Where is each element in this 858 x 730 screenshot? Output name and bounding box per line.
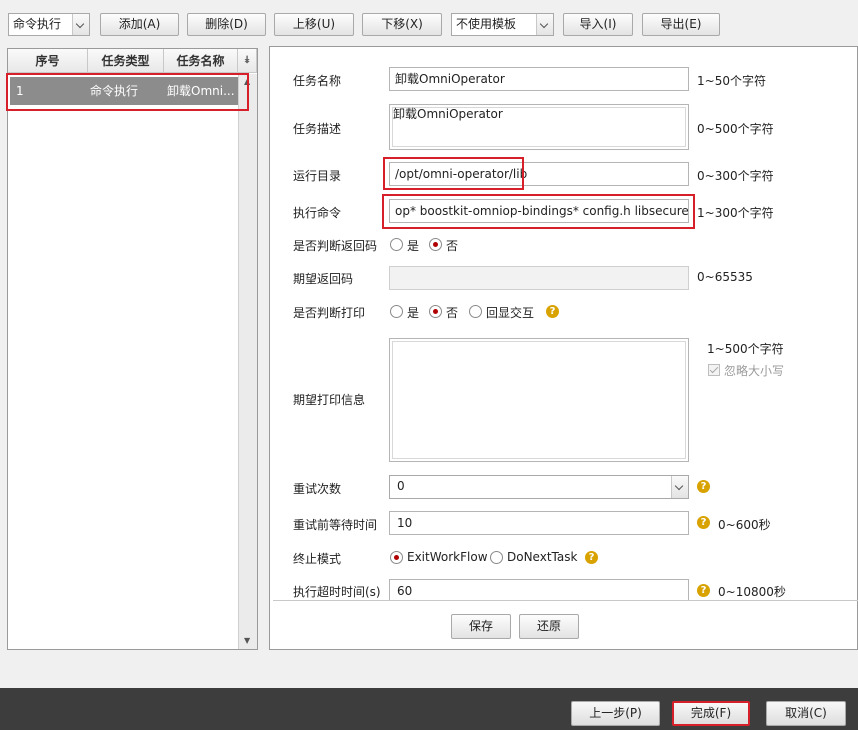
- timeout-help-icon[interactable]: ?: [697, 584, 710, 597]
- cancel-button[interactable]: 取消(C): [766, 701, 846, 726]
- judge-return-yes-label[interactable]: 是: [407, 237, 419, 254]
- task-desc-hint: 0~500个字符: [697, 122, 774, 136]
- row-task-type: 命令执行: [90, 84, 139, 98]
- retry-wait-label: 重试前等待时间: [293, 518, 378, 532]
- chevron-down-icon[interactable]: [671, 476, 688, 498]
- row-index: 1: [16, 84, 24, 98]
- timeout-label: 执行超时时间(s): [293, 585, 381, 599]
- judge-print-yes-radio[interactable]: [390, 305, 403, 318]
- row-task-name: 卸载Omni...: [167, 84, 235, 98]
- retry-count-help-icon[interactable]: ?: [697, 480, 710, 493]
- move-down-button[interactable]: 下移(X): [362, 13, 442, 36]
- task-desc-label: 任务描述: [293, 122, 342, 136]
- task-name-hint: 1~50个字符: [697, 74, 766, 88]
- stop-mode-help-icon[interactable]: ?: [585, 551, 598, 564]
- judge-print-echo-label[interactable]: 回显交互: [486, 304, 534, 321]
- judge-return-yes-radio[interactable]: [390, 238, 403, 251]
- timeout-row-clip: 执行超时时间(s) 60 ? 0~10800秒: [273, 578, 857, 600]
- expected-return-input[interactable]: [389, 266, 689, 290]
- retry-count-label: 重试次数: [293, 482, 342, 496]
- chevron-down-icon[interactable]: [536, 14, 553, 35]
- stop-exit-radio[interactable]: [390, 551, 403, 564]
- save-button[interactable]: 保存: [451, 614, 511, 639]
- task-list-panel: 序号 任务类型 任务名称 ⯯ 1 命令执行 卸载Omni... ▲ ▼: [7, 48, 258, 650]
- stop-exit-label[interactable]: ExitWorkFlow: [407, 550, 488, 564]
- column-chooser-icon[interactable]: ⯯: [238, 49, 257, 73]
- exec-cmd-label: 执行命令: [293, 206, 342, 220]
- expected-return-hint: 0~65535: [697, 270, 753, 284]
- judge-print-no-label[interactable]: 否: [446, 304, 458, 321]
- finish-button[interactable]: 完成(F): [672, 701, 750, 726]
- retry-count-select[interactable]: 0: [389, 475, 689, 499]
- form-divider: [273, 600, 858, 601]
- template-select-value: 不使用模板: [456, 17, 517, 31]
- task-name-input[interactable]: 卸载OmniOperator: [389, 67, 689, 91]
- run-dir-hint: 0~300个字符: [697, 169, 774, 183]
- table-row[interactable]: 1 命令执行 卸载Omni...: [10, 77, 244, 105]
- expected-print-label: 期望打印信息: [293, 393, 366, 407]
- expected-print-hint: 1~500个字符: [707, 342, 784, 356]
- judge-print-no-radio[interactable]: [429, 305, 442, 318]
- retry-count-value: 0: [397, 479, 405, 493]
- task-desc-textarea[interactable]: 卸载OmniOperator: [389, 104, 689, 150]
- import-button[interactable]: 导入(I): [563, 13, 633, 36]
- expected-return-label: 期望返回码: [293, 272, 354, 286]
- export-button[interactable]: 导出(E): [642, 13, 720, 36]
- scroll-up-icon[interactable]: ▲: [244, 77, 250, 86]
- stop-next-label[interactable]: DoNextTask: [507, 550, 577, 564]
- judge-print-help-icon[interactable]: ?: [546, 305, 559, 318]
- task-desc-text: 卸载OmniOperator: [393, 107, 503, 121]
- timeout-input[interactable]: 60: [389, 579, 689, 600]
- footer-bar: 上一步(P) 完成(F) 取消(C): [0, 688, 858, 730]
- run-dir-label: 运行目录: [293, 169, 342, 183]
- timeout-hint: 0~10800秒: [718, 585, 786, 599]
- prev-button[interactable]: 上一步(P): [571, 701, 660, 726]
- judge-return-no-label[interactable]: 否: [446, 237, 458, 254]
- add-button[interactable]: 添加(A): [100, 13, 179, 36]
- task-type-select[interactable]: 命令执行: [8, 13, 90, 36]
- task-name-label: 任务名称: [293, 74, 342, 88]
- judge-print-label: 是否判断打印: [293, 306, 366, 320]
- scroll-down-icon[interactable]: ▼: [244, 636, 250, 645]
- judge-return-no-radio[interactable]: [429, 238, 442, 251]
- task-list-scrollbar[interactable]: ▲ ▼: [238, 74, 257, 649]
- exec-cmd-input[interactable]: op* boostkit-omniop-bindings* config.h l…: [389, 199, 689, 223]
- judge-print-yes-label[interactable]: 是: [407, 304, 419, 321]
- expected-print-textarea[interactable]: [389, 338, 689, 462]
- retry-wait-hint: 0~600秒: [718, 518, 771, 532]
- run-dir-input[interactable]: /opt/omni-operator/lib: [389, 162, 689, 186]
- judge-return-label: 是否判断返回码: [293, 239, 378, 253]
- ignore-case-label[interactable]: 忽略大小写: [724, 362, 784, 379]
- header-index[interactable]: 序号: [8, 49, 88, 73]
- task-type-select-value: 命令执行: [13, 17, 62, 31]
- restore-button[interactable]: 还原: [519, 614, 579, 639]
- delete-button[interactable]: 删除(D): [187, 13, 266, 36]
- ignore-case-checkbox[interactable]: [708, 364, 720, 376]
- chevron-down-icon[interactable]: [72, 14, 89, 35]
- judge-print-echo-radio[interactable]: [469, 305, 482, 318]
- retry-wait-help-icon[interactable]: ?: [697, 516, 710, 529]
- stop-mode-label: 终止模式: [293, 552, 342, 566]
- stop-next-radio[interactable]: [490, 551, 503, 564]
- header-task-name[interactable]: 任务名称: [164, 49, 238, 73]
- move-up-button[interactable]: 上移(U): [274, 13, 354, 36]
- template-select[interactable]: 不使用模板: [451, 13, 554, 36]
- exec-cmd-hint: 1~300个字符: [697, 206, 774, 220]
- header-task-type[interactable]: 任务类型: [88, 49, 164, 73]
- retry-wait-input[interactable]: 10: [389, 511, 689, 535]
